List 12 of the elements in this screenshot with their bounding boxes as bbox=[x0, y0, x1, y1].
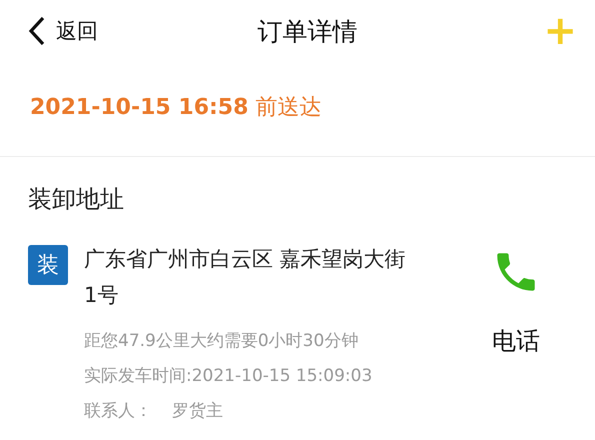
distance-text: 距您47.9公里大约需要0小时30分钟 bbox=[84, 330, 360, 352]
page-title: 订单详情 bbox=[258, 16, 358, 48]
load-badge: 装 bbox=[28, 245, 68, 285]
contact-label: 联系人： bbox=[84, 400, 152, 422]
section-title: 装卸地址 bbox=[28, 184, 125, 215]
call-button[interactable]: 电话 bbox=[481, 247, 551, 357]
delivery-deadline: 2021-10-15 16:58 前送达 bbox=[30, 95, 322, 120]
address-text: 广东省广州市白云区 嘉禾望岗大街1号 bbox=[84, 246, 407, 309]
contact-name: 罗货主 bbox=[172, 400, 223, 422]
back-button[interactable]: 返回 bbox=[28, 16, 98, 46]
back-icon bbox=[28, 16, 46, 46]
departure-time: 实际发车时间:2021-10-15 15:09:03 bbox=[84, 365, 374, 387]
